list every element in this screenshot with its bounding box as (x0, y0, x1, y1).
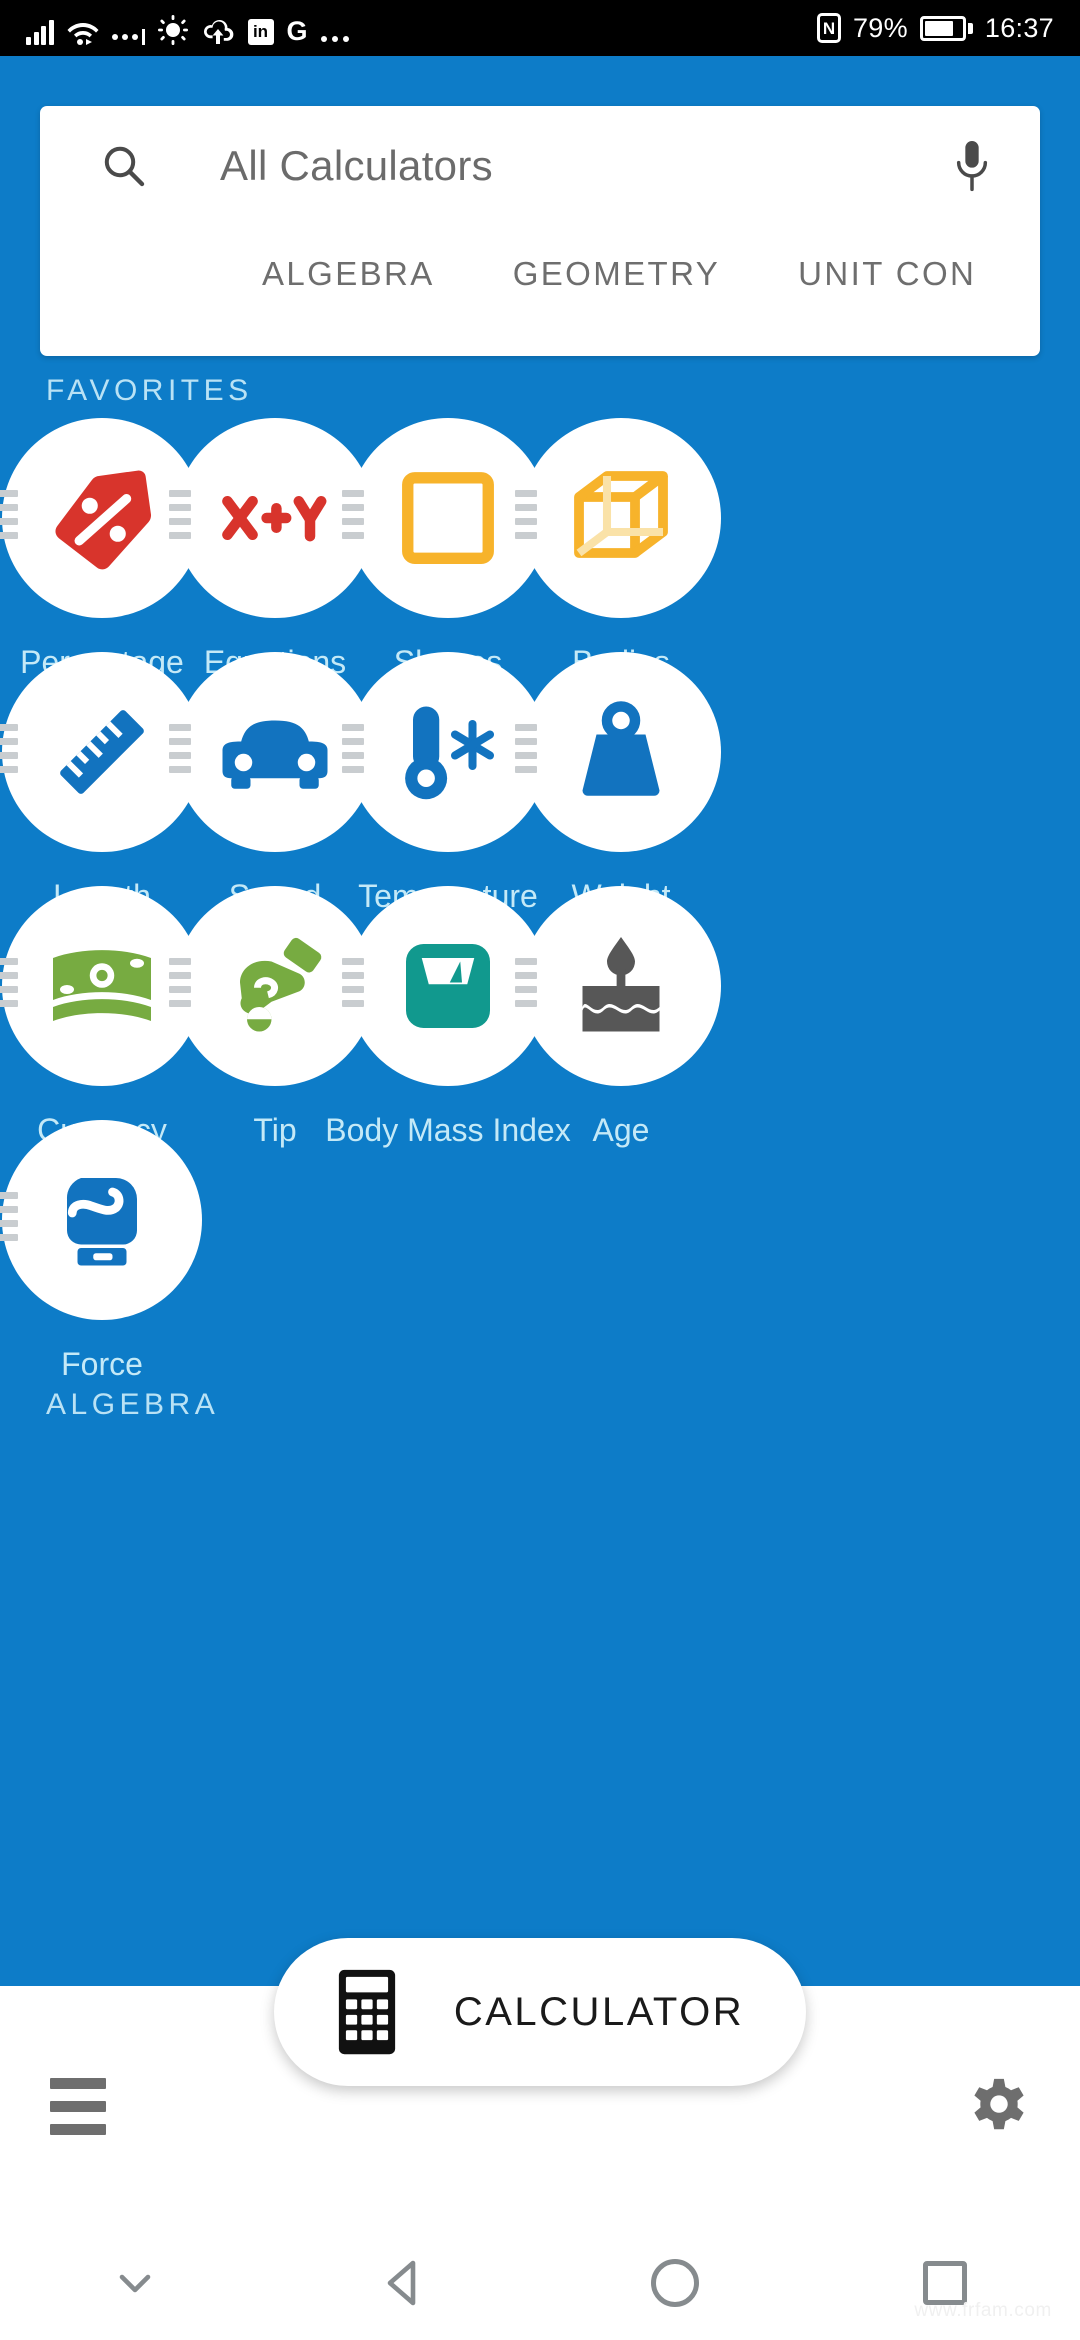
weight-icon (582, 701, 660, 796)
birthday-cake-icon (582, 937, 660, 1032)
battery-icon (919, 15, 973, 41)
drag-handle-icon[interactable] (515, 490, 537, 539)
status-bar-right-icons: N 79% 16:37 (816, 12, 1054, 44)
search-icon[interactable] (100, 142, 148, 190)
boxing-glove-icon (66, 1178, 137, 1266)
wifi-icon (67, 23, 98, 45)
google-icon: G (286, 16, 308, 46)
microphone-icon[interactable] (952, 138, 992, 194)
drag-handle-icon[interactable] (0, 1192, 18, 1241)
grid-item-age[interactable]: Age (487, 886, 755, 1150)
grid-item-bodies[interactable]: Bodies (487, 418, 755, 682)
section-header-algebra: ALGEBRA (46, 1388, 220, 1421)
nav-recents-button[interactable] (810, 2261, 1080, 2305)
nav-home-button[interactable] (540, 2259, 810, 2307)
home-circle-icon[interactable] (651, 2259, 699, 2307)
drag-handle-icon[interactable] (169, 958, 191, 1007)
category-tabs[interactable]: ALGEBRA GEOMETRY UNIT CON (40, 226, 1040, 322)
gear-icon[interactable] (968, 2075, 1030, 2137)
linkedin-icon: in (247, 19, 274, 45)
hamburger-menu-icon[interactable] (50, 2077, 106, 2135)
chevron-down-icon[interactable] (112, 2268, 158, 2298)
drag-handle-icon[interactable] (515, 724, 537, 773)
recents-square-icon[interactable] (923, 2261, 967, 2305)
nav-hide-button[interactable] (0, 2268, 270, 2298)
drag-handle-icon[interactable] (515, 958, 537, 1007)
calculator-icon (338, 1969, 395, 2055)
section-header-favorites: FAVORITES (46, 374, 253, 407)
watermark: www.frfam.com (914, 2300, 1052, 2321)
phone-screen: in G N 79% 16:37 All Calculators ALGEBRA… (0, 0, 1080, 2340)
grid-item-label: Age (592, 1112, 650, 1148)
calculator-fab-label: CALCULATOR (453, 1989, 745, 2034)
nav-back-button[interactable] (270, 2258, 540, 2308)
grid-item-label: Force (61, 1346, 143, 1382)
drag-handle-icon[interactable] (169, 724, 191, 773)
mobile-data-icon (111, 29, 145, 45)
android-nav-bar (0, 2226, 1080, 2340)
search-row[interactable]: All Calculators (40, 106, 1040, 226)
calculator-fab-button[interactable]: CALCULATOR (274, 1938, 806, 2086)
cube-outline-icon (574, 471, 668, 558)
tab-geometry[interactable]: GEOMETRY (513, 255, 720, 293)
drag-handle-icon[interactable] (0, 958, 18, 1007)
drag-handle-icon[interactable] (169, 490, 191, 539)
brightness-icon (157, 15, 188, 45)
app-content: All Calculators ALGEBRA GEOMETRY UNIT CO… (0, 56, 1080, 1986)
drag-handle-icon[interactable] (342, 958, 364, 1007)
status-bar: in G N 79% 16:37 (0, 0, 1080, 56)
battery-percent-label: 79% (852, 12, 908, 43)
tab-unit-conversion[interactable]: UNIT CON (798, 255, 976, 293)
status-bar-left-icons: in G (26, 11, 349, 45)
grid-item-force[interactable]: Force (0, 1120, 236, 1384)
more-icon (320, 36, 349, 45)
clock-label: 16:37 (984, 12, 1054, 43)
signal-icon (26, 19, 54, 45)
grid-item-weight[interactable]: Weight (487, 652, 755, 916)
drag-handle-icon[interactable] (342, 724, 364, 773)
drag-handle-icon[interactable] (0, 724, 18, 773)
drag-handle-icon[interactable] (0, 490, 18, 539)
search-input[interactable]: All Calculators (220, 142, 952, 190)
back-triangle-icon[interactable] (382, 2258, 428, 2308)
tab-algebra[interactable]: ALGEBRA (262, 255, 435, 293)
nfc-icon: N (816, 13, 841, 43)
cloud-upload-icon (203, 19, 233, 44)
search-card[interactable]: All Calculators ALGEBRA GEOMETRY UNIT CO… (40, 106, 1040, 356)
drag-handle-icon[interactable] (342, 490, 364, 539)
